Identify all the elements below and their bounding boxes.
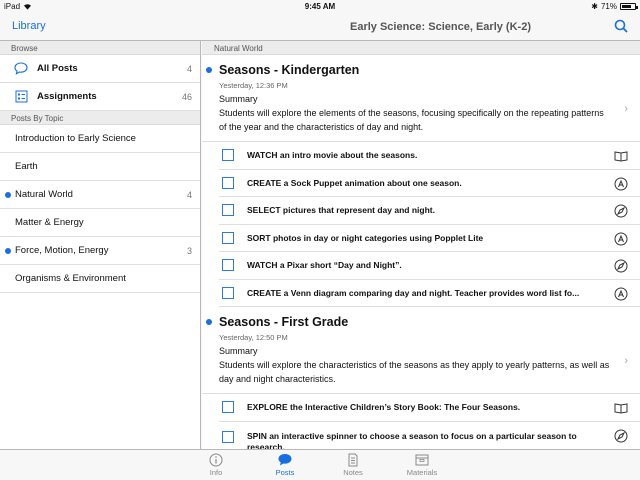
- task-row[interactable]: SELECT pictures that represent day and n…: [219, 197, 640, 225]
- search-icon[interactable]: [614, 19, 628, 33]
- notes-icon: [348, 453, 358, 467]
- status-time: 9:45 AM: [304, 2, 336, 11]
- section-header: Natural World: [202, 41, 640, 55]
- task-checkbox[interactable]: [222, 176, 234, 189]
- post-list: Natural World Seasons - Kindergarten Yes…: [202, 41, 640, 449]
- sidebar-item-all-posts[interactable]: All Posts 4: [0, 55, 200, 83]
- bluetooth-icon: ✱: [591, 2, 598, 11]
- task-checkbox[interactable]: [222, 430, 234, 443]
- speech-bubble-icon: [278, 454, 292, 466]
- tab-label: Materials: [406, 468, 438, 477]
- task-checkbox[interactable]: [222, 231, 234, 244]
- app-store-icon[interactable]: [614, 232, 628, 246]
- task-row[interactable]: CREATE a Sock Puppet animation about one…: [219, 170, 640, 197]
- task-text: CREATE a Sock Puppet animation about one…: [247, 177, 462, 188]
- speech-bubble-icon: [14, 62, 28, 76]
- post: Seasons - Kindergarten Yesterday, 12:36 …: [202, 55, 640, 307]
- post-summary[interactable]: Summary Students will explore the elemen…: [202, 92, 640, 142]
- post: Seasons - First Grade Yesterday, 12:50 P…: [202, 307, 640, 449]
- info-icon: [209, 453, 223, 467]
- sidebar-item-label: Matter & Energy: [15, 217, 84, 228]
- app-store-icon[interactable]: [614, 177, 628, 191]
- unread-dot: [206, 67, 212, 73]
- task-text: EXPLORE the Interactive Children’s Story…: [247, 402, 521, 413]
- tab-label: Notes: [343, 468, 363, 477]
- library-back-button[interactable]: Library: [12, 20, 46, 32]
- app-store-icon[interactable]: [614, 287, 628, 301]
- summary-text: Students will explore the characteristic…: [219, 360, 610, 384]
- assignments-icon: [14, 90, 28, 104]
- tab-posts[interactable]: Posts: [260, 453, 310, 477]
- task-row[interactable]: CREATE a Venn diagram comparing day and …: [219, 280, 640, 307]
- sidebar-item-introduction-to-early-science[interactable]: Introduction to Early Science: [0, 125, 200, 153]
- status-bar: iPad 9:45 AM ✱ 71%: [0, 0, 640, 14]
- sidebar-item-label: All Posts: [37, 63, 78, 74]
- post-date: Yesterday, 12:36 PM: [219, 81, 288, 90]
- sidebar-item-label: Earth: [15, 161, 38, 172]
- sidebar-item-count: 4: [186, 63, 192, 74]
- nav-bar: Library Early Science: Science, Early (K…: [0, 14, 640, 41]
- sidebar-item-label: Introduction to Early Science: [15, 133, 136, 144]
- sidebar-item-count: 4: [186, 189, 192, 200]
- post-summary[interactable]: Summary Students will explore the charac…: [202, 344, 640, 394]
- compass-icon[interactable]: [614, 429, 628, 443]
- post-title[interactable]: Seasons - First Grade: [219, 315, 348, 329]
- tab-notes[interactable]: Notes: [328, 453, 378, 477]
- sidebar-item-force-motion-energy[interactable]: Force, Motion, Energy 3: [0, 237, 200, 265]
- compass-icon[interactable]: [614, 204, 628, 218]
- summary-label: Summary: [219, 94, 258, 104]
- sidebar-item-label: Natural World: [15, 189, 73, 200]
- chevron-right-icon: ›: [624, 103, 628, 115]
- tab-bar: Info Posts Notes Materials: [0, 449, 640, 480]
- task-text: WATCH a Pixar short “Day and Night”.: [247, 260, 402, 271]
- post-title[interactable]: Seasons - Kindergarten: [219, 63, 359, 77]
- tab-materials[interactable]: Materials: [397, 453, 447, 477]
- tab-label: Posts: [275, 468, 295, 477]
- sidebar-item-matter-energy[interactable]: Matter & Energy: [0, 209, 200, 237]
- task-checkbox[interactable]: [222, 204, 234, 217]
- post-date: Yesterday, 12:50 PM: [219, 333, 288, 342]
- book-icon[interactable]: [614, 401, 628, 415]
- tab-label: Info: [209, 468, 223, 477]
- book-icon[interactable]: [614, 149, 628, 163]
- browse-header: Browse: [0, 41, 200, 55]
- task-text: SPIN an interactive spinner to choose a …: [247, 430, 577, 450]
- sidebar-item-count: 3: [186, 245, 192, 256]
- unread-dot: [5, 248, 11, 254]
- unread-dot: [5, 192, 11, 198]
- chevron-right-icon: ›: [624, 355, 628, 367]
- task-text: SELECT pictures that represent day and n…: [247, 205, 435, 216]
- sidebar-item-assignments[interactable]: Assignments 46: [0, 83, 200, 111]
- sidebar-item-count: 46: [181, 91, 192, 102]
- battery-percent: 71%: [600, 2, 617, 11]
- sidebar-item-natural-world[interactable]: Natural World 4: [0, 181, 200, 209]
- topics-header: Posts By Topic: [0, 111, 200, 125]
- battery-icon: [620, 3, 638, 10]
- materials-icon: [415, 454, 429, 466]
- tab-info[interactable]: Info: [191, 453, 241, 477]
- unread-dot: [206, 319, 212, 325]
- task-row[interactable]: WATCH an intro movie about the seasons.: [219, 142, 640, 170]
- sidebar-item-label: Assignments: [37, 91, 97, 102]
- task-text: WATCH an intro movie about the seasons.: [247, 150, 418, 161]
- summary-label: Summary: [219, 346, 258, 356]
- task-checkbox[interactable]: [222, 401, 234, 414]
- sidebar-item-label: Organisms & Environment: [15, 273, 126, 284]
- task-row[interactable]: WATCH a Pixar short “Day and Night”.: [219, 252, 640, 280]
- task-checkbox[interactable]: [222, 149, 234, 162]
- sidebar-item-earth[interactable]: Earth: [0, 153, 200, 181]
- page-title: Early Science: Science, Early (K-2): [350, 21, 531, 33]
- sidebar-item-label: Force, Motion, Energy: [15, 245, 109, 256]
- sidebar: Browse All Posts 4 Assignments 46 Posts …: [0, 41, 201, 449]
- task-row[interactable]: SPIN an interactive spinner to choose a …: [219, 422, 640, 450]
- task-checkbox[interactable]: [222, 259, 234, 272]
- summary-text: Students will explore the elements of th…: [219, 108, 604, 132]
- task-text: CREATE a Venn diagram comparing day and …: [247, 287, 580, 298]
- task-row[interactable]: EXPLORE the Interactive Children’s Story…: [219, 394, 640, 422]
- task-row[interactable]: SORT photos in day or night categories u…: [219, 225, 640, 252]
- task-text: SORT photos in day or night categories u…: [247, 232, 484, 243]
- sidebar-item-organisms-environment[interactable]: Organisms & Environment: [0, 265, 200, 293]
- task-checkbox[interactable]: [222, 286, 234, 299]
- compass-icon[interactable]: [614, 259, 628, 273]
